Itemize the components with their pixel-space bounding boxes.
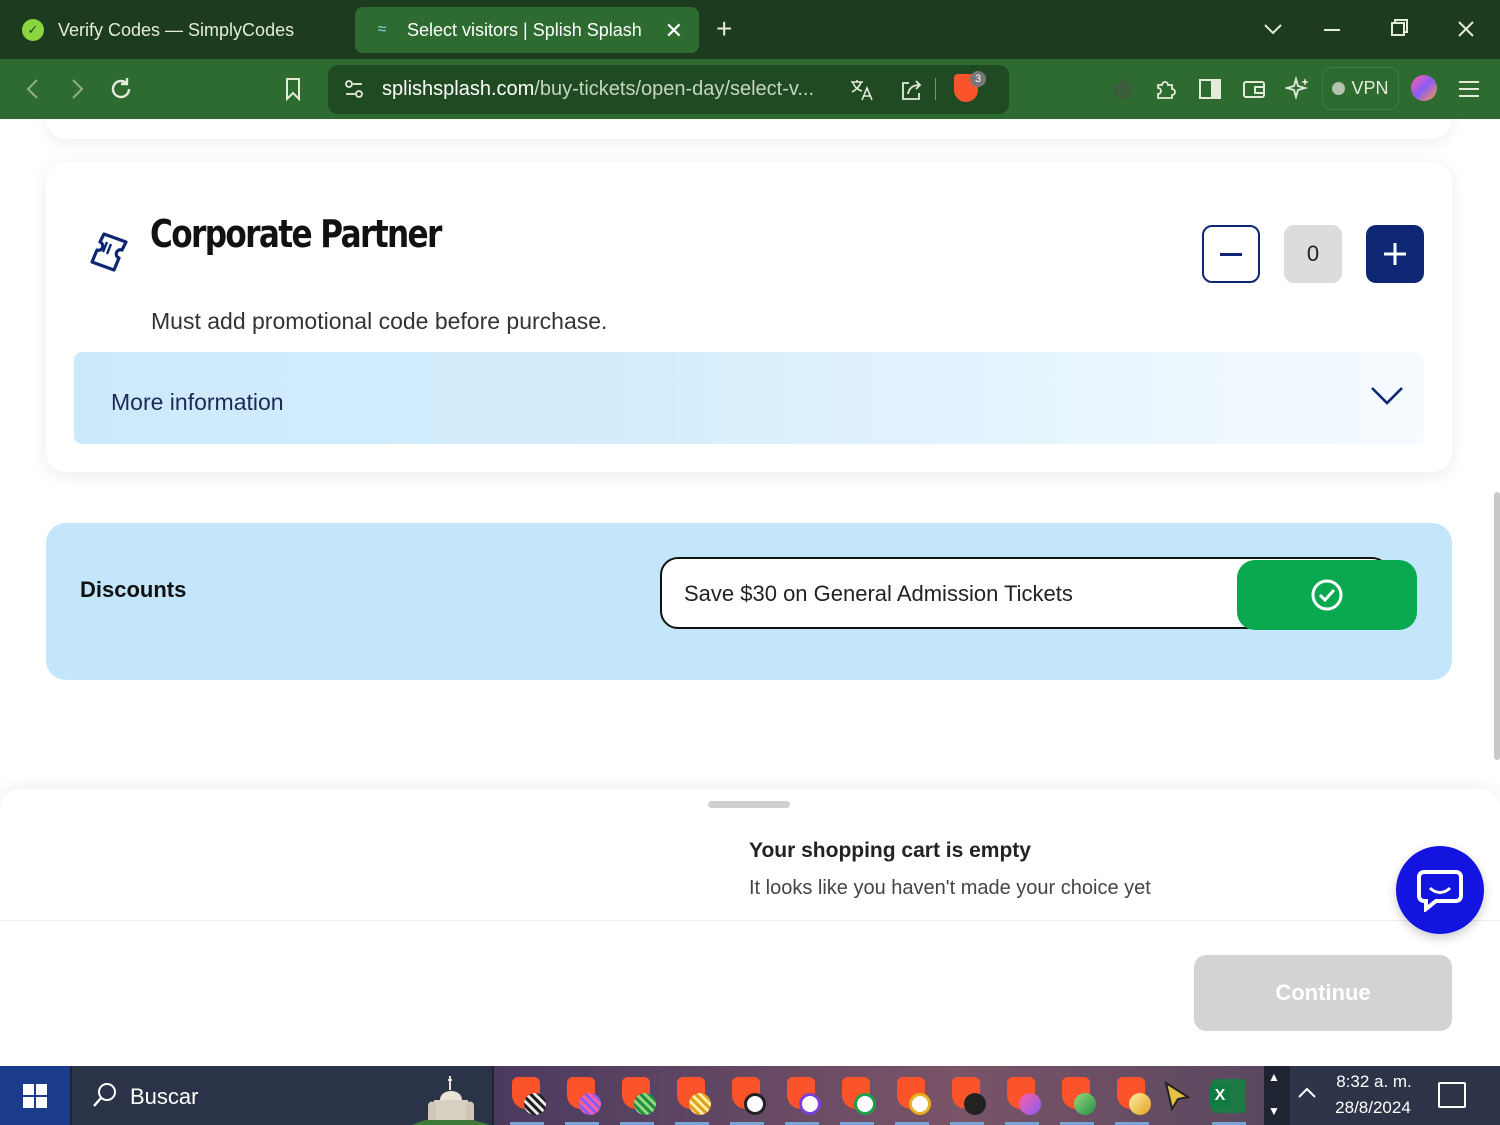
share-icon[interactable] (896, 74, 928, 106)
ticket-icon (90, 232, 128, 272)
web-page: Corporate Partner Must add promotional c… (0, 119, 1500, 1066)
plus-icon (1384, 243, 1406, 265)
vpn-status-icon (1332, 82, 1346, 95)
decrease-quantity-button[interactable] (1202, 225, 1260, 283)
more-information-label: More information (111, 389, 284, 415)
site-settings-icon[interactable] (338, 73, 370, 105)
brave-profile-12-icon[interactable] (1113, 1077, 1151, 1125)
drawer-drag-handle[interactable] (708, 801, 790, 808)
discounts-label: Discounts (80, 577, 187, 602)
ai-sparkle-icon[interactable] (1281, 72, 1315, 106)
cart-empty-title: Your shopping cart is empty (749, 839, 1031, 862)
chat-bubble-icon (1417, 870, 1463, 912)
wallet-icon[interactable] (1237, 72, 1271, 106)
back-icon[interactable] (16, 72, 50, 106)
minimize-window-icon[interactable] (1322, 14, 1342, 52)
windows-logo-icon (23, 1083, 47, 1108)
live-chat-button[interactable] (1396, 846, 1484, 934)
url-separator (935, 78, 936, 100)
ticket-subtitle: Must add promotional code before purchas… (151, 308, 608, 334)
scroll-up-icon[interactable]: ▲ (1268, 1070, 1280, 1084)
address-bar[interactable]: splishsplash.com/buy-tickets/open-day/se… (328, 65, 1009, 114)
brave-profile-8-icon[interactable] (893, 1077, 931, 1125)
more-information-accordion[interactable]: More information (74, 352, 1424, 444)
cart-divider (0, 920, 1500, 921)
increase-quantity-button[interactable] (1366, 225, 1424, 283)
close-tab-icon[interactable]: ✕ (665, 18, 683, 44)
splish-splash-favicon-icon: ≈ (377, 21, 387, 38)
url-host: splishsplash.com (382, 78, 535, 100)
main-menu-icon[interactable] (1452, 72, 1486, 106)
reload-icon[interactable] (104, 72, 138, 106)
brave-rewards-icon[interactable] (1411, 75, 1437, 101)
pointer-app-icon[interactable] (1158, 1077, 1196, 1115)
brave-shields-button[interactable]: 3 (954, 71, 986, 106)
restore-window-icon[interactable] (1389, 14, 1409, 52)
tab-verify-codes[interactable]: ✓ Verify Codes — SimplyCodes (14, 7, 344, 53)
bookmark-icon[interactable] (276, 72, 310, 106)
taskbar-search-placeholder: Buscar (130, 1084, 199, 1109)
brave-profile-6-icon[interactable] (783, 1077, 821, 1125)
search-icon (93, 1083, 116, 1107)
excel-icon[interactable]: X (1210, 1077, 1248, 1125)
scroll-down-icon[interactable]: ▼ (1268, 1104, 1280, 1118)
apply-discount-button[interactable] (1237, 560, 1417, 630)
brave-profile-7-icon[interactable] (838, 1077, 876, 1125)
simplycodes-favicon-icon: ✓ (22, 19, 44, 41)
taskbar-scroll-arrows[interactable]: ▲ ▼ (1266, 1066, 1284, 1125)
quantity-value: 0 (1284, 225, 1342, 283)
brave-profile-11-icon[interactable] (1058, 1077, 1096, 1125)
system-tray: 8:32 a. m. 28/8/2024 (1290, 1066, 1500, 1125)
ticket-title: Corporate Partner (150, 212, 442, 256)
clock-time[interactable]: 8:32 a. m. (1334, 1072, 1414, 1092)
new-tab-button[interactable]: + (716, 14, 732, 44)
minus-icon (1220, 252, 1242, 256)
ticket-card-corporate-partner: Corporate Partner Must add promotional c… (46, 162, 1452, 472)
close-window-icon[interactable] (1456, 14, 1476, 52)
brave-profile-9-icon[interactable] (948, 1077, 986, 1125)
cart-empty-message: It looks like you haven't made your choi… (749, 877, 1151, 899)
chevron-down-icon (1371, 387, 1403, 405)
leo-ai-icon[interactable] (1106, 72, 1140, 106)
tab-search-chevron-icon[interactable] (1262, 14, 1284, 52)
brave-profile-1-icon[interactable] (508, 1077, 546, 1125)
tab-splish-splash[interactable]: ≈ Select visitors | Splish Splash ✕ (355, 7, 699, 53)
extensions-puzzle-icon[interactable] (1149, 72, 1183, 106)
browser-tab-bar: ✓ Verify Codes — SimplyCodes ≈ Select vi… (0, 0, 1500, 59)
sidebar-toggle-icon[interactable] (1193, 72, 1227, 106)
shopping-cart-drawer: Your shopping cart is empty It looks lik… (0, 789, 1500, 1066)
show-hidden-icons-icon[interactable] (1296, 1082, 1318, 1110)
brave-profile-5-icon[interactable] (728, 1077, 766, 1125)
url-text: splishsplash.com/buy-tickets/open-day/se… (382, 78, 814, 101)
continue-button[interactable]: Continue (1194, 955, 1452, 1031)
clock-date[interactable]: 28/8/2024 (1330, 1098, 1416, 1118)
previous-ticket-card (46, 119, 1452, 139)
windows-taskbar: Buscar X ▲ ▼ 8:32 a. m. 28/8/2024 (0, 1066, 1500, 1125)
tab-title: Select visitors | Splish Splash (407, 19, 642, 40)
search-highlight-basilica-icon (412, 1076, 490, 1125)
brave-profile-3-icon[interactable] (618, 1077, 656, 1125)
notification-center-icon[interactable] (1438, 1082, 1466, 1108)
url-path: /buy-tickets/open-day/select-v... (534, 78, 815, 100)
brave-profile-4-icon[interactable] (673, 1077, 711, 1125)
vpn-button[interactable]: VPN (1322, 67, 1399, 110)
translate-icon[interactable] (846, 74, 878, 106)
brave-profile-10-icon[interactable] (1003, 1077, 1041, 1125)
discounts-section: Discounts Save $30 on General Admission … (46, 523, 1452, 680)
page-scrollbar[interactable] (1494, 492, 1500, 760)
start-button[interactable] (0, 1066, 70, 1125)
vpn-label: VPN (1351, 78, 1389, 98)
taskbar-apps: X (494, 1066, 1264, 1125)
forward-icon[interactable] (60, 72, 94, 106)
browser-toolbar: splishsplash.com/buy-tickets/open-day/se… (0, 59, 1500, 119)
check-circle-icon (1311, 579, 1343, 611)
discount-code-value: Save $30 on General Admission Tickets (684, 581, 1073, 606)
brave-profile-2-icon[interactable] (563, 1077, 601, 1125)
taskbar-search[interactable]: Buscar (72, 1066, 492, 1125)
shield-count-badge: 3 (970, 71, 986, 87)
tab-title: Verify Codes — SimplyCodes (58, 19, 295, 40)
